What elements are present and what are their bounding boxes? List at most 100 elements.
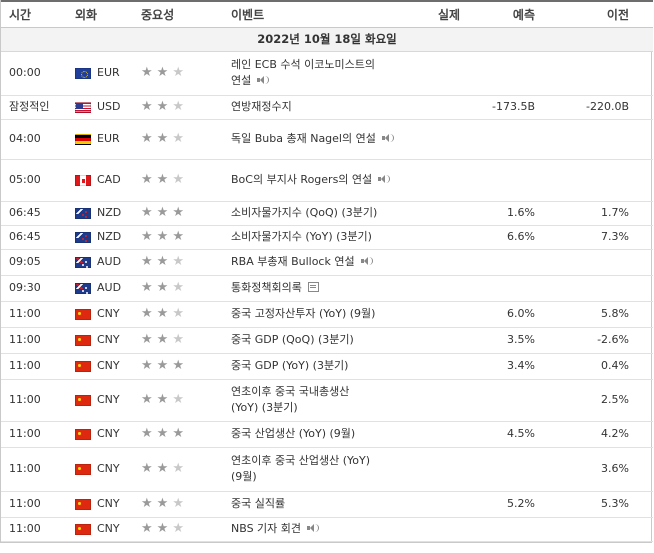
event-row[interactable]: 11:00 CNY ★★★ 중국 고정자산투자 (YoY) (9월) 6.0% 5.8% [1,301,653,328]
currency-code: NZD [97,230,122,243]
star-icon: ★ [172,496,188,511]
event-title[interactable]: 연초이후 중국 국내총생산 (YoY) (3분기) [223,379,419,422]
event-row[interactable]: 11:00 CNY ★★★ 중국 GDP (QoQ) (3분기) 3.5% -2.6% [1,327,653,354]
event-row[interactable]: 잠정적인 USD ★★★ 연방재정수지 -173.5B -220.0B [1,95,653,120]
star-icon: ★ [156,280,173,295]
event-time: 11:00 [1,421,67,448]
speaker-icon[interactable] [307,523,320,533]
event-title-line1[interactable]: 소비자물가지수 (QoQ) (3분기) [231,206,377,219]
currency-code: AUD [97,281,122,294]
event-title-line1[interactable]: 독일 Buba 총재 Nagel의 연설 [231,132,376,145]
event-actual [419,249,479,276]
au-flag-icon [75,282,91,294]
event-actual [419,119,479,160]
event-title-line1[interactable]: 레인 ECB 수석 이코노미스트의 [231,58,375,71]
event-actual [419,301,479,328]
importance-stars: ★★★ [133,119,223,160]
event-title[interactable]: 레인 ECB 수석 이코노미스트의연설 [223,51,419,96]
event-title-line1[interactable]: 중국 GDP (QoQ) (3분기) [231,333,354,346]
event-title[interactable]: 중국 GDP (YoY) (3분기) [223,353,419,380]
ca-flag-icon [75,174,91,186]
event-time: 04:00 [1,119,67,160]
event-row[interactable]: 11:00 CNY ★★★ 중국 산업생산 (YoY) (9월) 4.5% 4.2% [1,421,653,448]
event-time: 11:00 [1,301,67,328]
event-title-line1[interactable]: NBS 기자 회견 [231,522,301,535]
event-title[interactable]: BoC의 부지사 Rogers의 연설 [223,159,419,202]
event-row[interactable]: 00:00 EUR ★★★ 레인 ECB 수석 이코노미스트의 연설 [1,51,653,96]
star-icon: ★ [172,392,188,407]
event-row[interactable]: 09:30 AUD ★★★ 통화정책회의록 [1,275,653,302]
event-title-line1[interactable]: 소비자물가지수 (YoY) (3분기) [231,230,372,243]
event-row[interactable]: 09:05 AUD ★★★ RBA 부총재 Bullock 연설 [1,249,653,276]
event-actual [419,51,479,96]
speaker-icon[interactable] [360,256,373,266]
header-actual: 실제 [419,0,479,28]
event-row[interactable]: 11:00 CNY ★★★ 연초이후 중국 산업생산 (YoY) (9월) 3.6% [1,447,653,492]
speaker-icon[interactable] [257,75,270,85]
cn-flag-icon [75,428,91,440]
event-title[interactable]: 중국 GDP (QoQ) (3분기) [223,327,419,354]
event-currency: NZD [67,201,133,226]
star-icon: ★ [141,332,157,347]
event-row[interactable]: 11:00 CNY ★★★ 중국 실직률 5.2% 5.3% [1,491,653,518]
speaker-icon[interactable] [378,174,391,184]
event-title[interactable]: NBS 기자 회견 [223,517,419,542]
event-title[interactable]: 중국 산업생산 (YoY) (9월) [223,421,419,448]
event-title-line2[interactable]: (9월) [231,470,257,483]
event-title-line1[interactable]: 중국 GDP (YoY) (3분기) [231,359,348,372]
event-title-line1[interactable]: 연방재정수지 [231,100,292,113]
event-time: 잠정적인 [1,95,67,120]
event-row[interactable]: 11:00 CNY ★★★ NBS 기자 회견 [1,517,653,542]
event-currency: CNY [67,421,133,448]
event-time: 06:45 [1,201,67,226]
event-row[interactable]: 05:00 CAD ★★★ BoC의 부지사 Rogers의 연설 [1,159,653,202]
event-forecast [479,447,559,492]
event-title[interactable]: 소비자물가지수 (YoY) (3분기) [223,225,419,250]
event-currency: CNY [67,379,133,422]
document-icon[interactable] [307,282,319,292]
event-title[interactable]: 중국 실직률 [223,491,419,518]
event-title-line1[interactable]: 연초이후 중국 산업생산 (YoY) [231,454,370,467]
event-title-line1[interactable]: 중국 실직률 [231,497,285,510]
star-icon: ★ [172,229,188,244]
star-icon: ★ [172,172,188,187]
event-row[interactable]: 06:45 NZD ★★★ 소비자물가지수 (QoQ) (3분기) 1.6% 1.7% [1,201,653,226]
speaker-icon[interactable] [381,133,394,143]
event-row[interactable]: 06:45 NZD ★★★ 소비자물가지수 (YoY) (3분기) 6.6% 7.3% [1,225,653,250]
star-icon: ★ [156,306,173,321]
cn-flag-icon [75,523,91,535]
event-title-line1[interactable]: 중국 고정자산투자 (YoY) (9월) [231,307,375,320]
event-forecast: 5.2% [479,491,559,518]
event-row[interactable]: 11:00 CNY ★★★ 연초이후 중국 국내총생산 (YoY) (3분기) 2.5% [1,379,653,422]
event-time: 11:00 [1,517,67,542]
event-title-line1[interactable]: 중국 산업생산 (YoY) (9월) [231,427,355,440]
star-icon: ★ [156,254,173,269]
event-actual [419,327,479,354]
event-title[interactable]: RBA 부총재 Bullock 연설 [223,249,419,276]
event-title[interactable]: 연방재정수지 [223,95,419,120]
event-title[interactable]: 소비자물가지수 (QoQ) (3분기) [223,201,419,226]
event-title-line1[interactable]: 연초이후 중국 국내총생산 [231,385,349,398]
event-title-line1[interactable]: BoC의 부지사 Rogers의 연설 [231,173,372,186]
event-row[interactable]: 04:00 EUR ★★★ 독일 Buba 총재 Nagel의 연설 [1,119,653,160]
event-title-line2[interactable]: 연설 [231,74,251,87]
event-forecast: 6.0% [479,301,559,328]
importance-stars: ★★★ [133,159,223,202]
event-title-line2[interactable]: (YoY) (3분기) [231,401,298,414]
header-previous: 이전 [559,0,653,28]
event-actual [419,421,479,448]
event-title-line1[interactable]: RBA 부총재 Bullock 연설 [231,255,355,268]
event-time: 11:00 [1,491,67,518]
event-title[interactable]: 중국 고정자산투자 (YoY) (9월) [223,301,419,328]
event-previous [559,119,653,160]
event-row[interactable]: 11:00 CNY ★★★ 중국 GDP (YoY) (3분기) 3.4% 0.4% [1,353,653,380]
event-title-line1[interactable]: 통화정책회의록 [231,281,302,294]
event-forecast: 4.5% [479,421,559,448]
currency-code: USD [97,100,121,113]
event-title[interactable]: 연초이후 중국 산업생산 (YoY) (9월) [223,447,419,492]
event-title[interactable]: 독일 Buba 총재 Nagel의 연설 [223,119,419,160]
event-title[interactable]: 통화정책회의록 [223,275,419,302]
currency-code: CNY [97,522,120,535]
us-flag-icon [75,101,91,113]
event-currency: NZD [67,225,133,250]
